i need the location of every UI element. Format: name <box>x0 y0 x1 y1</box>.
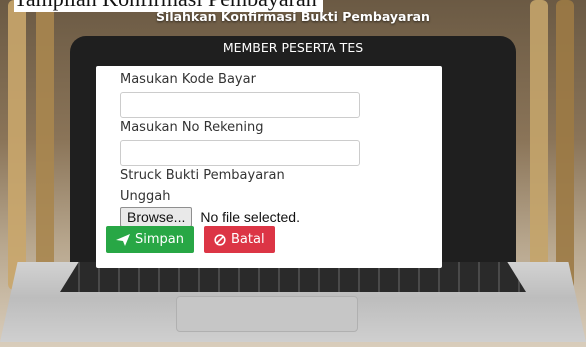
file-status: No file selected. <box>200 209 300 225</box>
bamboo-decoration <box>36 0 54 290</box>
cancel-button-label: Batal <box>231 232 265 247</box>
figure-caption: Tampilan Konfirmasi Pembayaran <box>14 0 323 12</box>
laptop-touchpad <box>176 296 358 332</box>
kode-bayar-input[interactable] <box>120 92 360 118</box>
browse-button[interactable]: Browse... <box>120 207 193 227</box>
payment-form: Masukan Kode Bayar Masukan No Rekening S… <box>96 66 442 268</box>
cancel-button[interactable]: Batal <box>204 226 275 253</box>
no-rekening-label: Masukan No Rekening <box>120 120 264 135</box>
background-photo: Silahkan Konfirmasi Bukti Pembayaran MEM… <box>0 0 586 347</box>
file-upload: Browse... No file selected. <box>120 207 300 227</box>
bamboo-decoration <box>556 0 574 290</box>
paper-plane-icon <box>116 233 130 246</box>
bamboo-decoration <box>530 0 548 290</box>
form-header: MEMBER PESERTA TES <box>222 40 364 55</box>
save-button[interactable]: Simpan <box>106 226 194 253</box>
kode-bayar-label: Masukan Kode Bayar <box>120 72 256 87</box>
no-rekening-input[interactable] <box>120 140 360 166</box>
ban-icon <box>214 233 226 246</box>
save-button-label: Simpan <box>135 232 184 247</box>
unggah-label: Unggah <box>120 189 171 204</box>
struck-bukti-label: Struck Bukti Pembayaran <box>120 168 285 183</box>
bamboo-decoration <box>8 0 26 290</box>
